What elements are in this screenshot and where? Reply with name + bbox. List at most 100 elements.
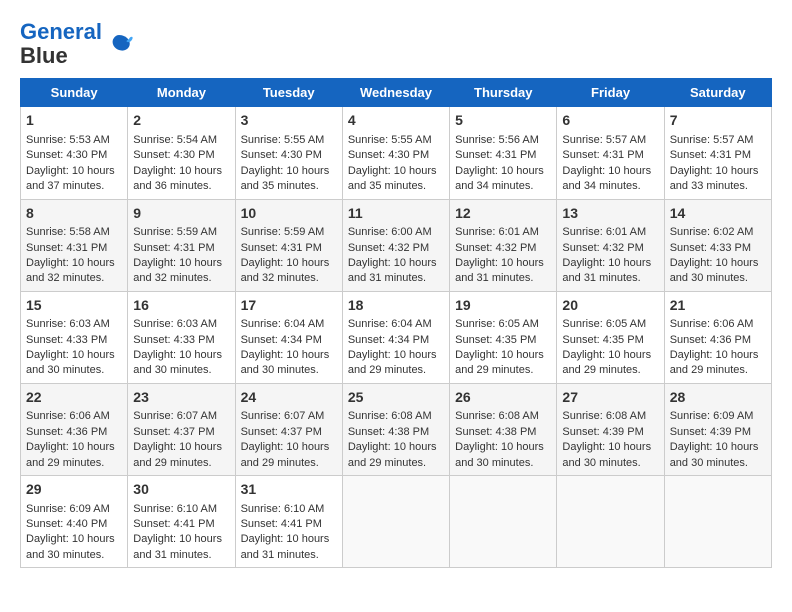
calendar-cell: 17Sunrise: 6:04 AMSunset: 4:34 PMDayligh… bbox=[235, 291, 342, 383]
sunset-text: Sunset: 4:35 PM bbox=[455, 334, 536, 346]
calendar-cell: 13Sunrise: 6:01 AMSunset: 4:32 PMDayligh… bbox=[557, 199, 664, 291]
sunset-text: Sunset: 4:39 PM bbox=[670, 426, 751, 438]
day-number: 25 bbox=[348, 388, 444, 408]
day-number: 13 bbox=[562, 204, 658, 224]
daylight-text: Daylight: 10 hours and 37 minutes. bbox=[26, 165, 115, 192]
day-number: 19 bbox=[455, 296, 551, 316]
calendar-cell bbox=[557, 476, 664, 568]
sunrise-text: Sunrise: 6:10 AM bbox=[133, 503, 217, 515]
day-number: 4 bbox=[348, 111, 444, 131]
sunrise-text: Sunrise: 6:01 AM bbox=[455, 226, 539, 238]
sunrise-text: Sunrise: 5:54 AM bbox=[133, 134, 217, 146]
daylight-text: Daylight: 10 hours and 36 minutes. bbox=[133, 165, 222, 192]
daylight-text: Daylight: 10 hours and 29 minutes. bbox=[670, 349, 759, 376]
calendar-cell: 2 Sunrise: 5:54 AM Sunset: 4:30 PM Daylight… bbox=[128, 107, 235, 199]
column-header-thursday: Thursday bbox=[450, 79, 557, 107]
calendar-cell: 15Sunrise: 6:03 AMSunset: 4:33 PMDayligh… bbox=[21, 291, 128, 383]
sunrise-text: Sunrise: 6:10 AM bbox=[241, 503, 325, 515]
sunset-text: Sunset: 4:30 PM bbox=[241, 149, 322, 161]
calendar-cell: 12Sunrise: 6:01 AMSunset: 4:32 PMDayligh… bbox=[450, 199, 557, 291]
sunrise-text: Sunrise: 6:02 AM bbox=[670, 226, 754, 238]
calendar-cell: 23Sunrise: 6:07 AMSunset: 4:37 PMDayligh… bbox=[128, 383, 235, 475]
day-number: 2 bbox=[133, 111, 229, 131]
calendar-cell: 30Sunrise: 6:10 AMSunset: 4:41 PMDayligh… bbox=[128, 476, 235, 568]
daylight-text: Daylight: 10 hours and 30 minutes. bbox=[562, 441, 651, 468]
sunrise-text: Sunrise: 6:05 AM bbox=[455, 318, 539, 330]
calendar-cell: 27Sunrise: 6:08 AMSunset: 4:39 PMDayligh… bbox=[557, 383, 664, 475]
sunrise-text: Sunrise: 6:09 AM bbox=[26, 503, 110, 515]
sunset-text: Sunset: 4:31 PM bbox=[241, 242, 322, 254]
sunrise-text: Sunrise: 5:59 AM bbox=[241, 226, 325, 238]
calendar-cell: 8Sunrise: 5:58 AMSunset: 4:31 PMDaylight… bbox=[21, 199, 128, 291]
day-number: 21 bbox=[670, 296, 766, 316]
sunrise-text: Sunrise: 6:03 AM bbox=[26, 318, 110, 330]
daylight-text: Daylight: 10 hours and 30 minutes. bbox=[670, 441, 759, 468]
daylight-text: Daylight: 10 hours and 29 minutes. bbox=[348, 349, 437, 376]
sunrise-text: Sunrise: 6:06 AM bbox=[670, 318, 754, 330]
sunrise-text: Sunrise: 6:01 AM bbox=[562, 226, 646, 238]
sunset-text: Sunset: 4:30 PM bbox=[133, 149, 214, 161]
daylight-text: Daylight: 10 hours and 30 minutes. bbox=[26, 533, 115, 560]
sunset-text: Sunset: 4:33 PM bbox=[26, 334, 107, 346]
daylight-text: Daylight: 10 hours and 30 minutes. bbox=[455, 441, 544, 468]
day-number: 31 bbox=[241, 480, 337, 500]
sunrise-text: Sunrise: 6:08 AM bbox=[455, 410, 539, 422]
sunset-text: Sunset: 4:33 PM bbox=[670, 242, 751, 254]
day-number: 28 bbox=[670, 388, 766, 408]
calendar-cell: 24Sunrise: 6:07 AMSunset: 4:37 PMDayligh… bbox=[235, 383, 342, 475]
daylight-text: Daylight: 10 hours and 34 minutes. bbox=[562, 165, 651, 192]
column-header-saturday: Saturday bbox=[664, 79, 771, 107]
day-number: 24 bbox=[241, 388, 337, 408]
sunrise-text: Sunrise: 6:00 AM bbox=[348, 226, 432, 238]
sunrise-text: Sunrise: 6:09 AM bbox=[670, 410, 754, 422]
sunset-text: Sunset: 4:35 PM bbox=[562, 334, 643, 346]
calendar-week-row: 8Sunrise: 5:58 AMSunset: 4:31 PMDaylight… bbox=[21, 199, 772, 291]
sunset-text: Sunset: 4:36 PM bbox=[26, 426, 107, 438]
column-header-monday: Monday bbox=[128, 79, 235, 107]
calendar-week-row: 15 Sunrise: 6:03 AM Sunset: 4:33 PM Dayligh… bbox=[21, 291, 772, 383]
sunset-text: Sunset: 4:36 PM bbox=[670, 334, 751, 346]
logo: GeneralBlue bbox=[20, 20, 134, 68]
sunrise-text: Sunrise: 6:08 AM bbox=[562, 410, 646, 422]
calendar-week-row: 29Sunrise: 6:09 AMSunset: 4:40 PMDayligh… bbox=[21, 476, 772, 568]
day-number: 12 bbox=[455, 204, 551, 224]
calendar-cell: 26Sunrise: 6:08 AMSunset: 4:38 PMDayligh… bbox=[450, 383, 557, 475]
calendar-cell: 3Sunrise: 5:55 AMSunset: 4:30 PMDaylight… bbox=[235, 107, 342, 199]
calendar-week-row: 1Sunrise: 5:53 AMSunset: 4:30 PMDaylight… bbox=[21, 107, 772, 199]
calendar-table: SundayMondayTuesdayWednesdayThursdayFrid… bbox=[20, 78, 772, 568]
sunrise-text: Sunrise: 5:57 AM bbox=[670, 134, 754, 146]
sunset-text: Sunset: 4:34 PM bbox=[348, 334, 429, 346]
sunset-text: Sunset: 4:38 PM bbox=[348, 426, 429, 438]
logo-text: GeneralBlue bbox=[20, 20, 102, 68]
sunset-text: Sunset: 4:33 PM bbox=[133, 334, 214, 346]
sunset-text: Sunset: 4:30 PM bbox=[348, 149, 429, 161]
daylight-text: Daylight: 10 hours and 32 minutes. bbox=[241, 257, 330, 284]
day-number: 7 bbox=[670, 111, 766, 131]
day-number: 10 bbox=[241, 204, 337, 224]
calendar-header-row: SundayMondayTuesdayWednesdayThursdayFrid… bbox=[21, 79, 772, 107]
sunset-text: Sunset: 4:31 PM bbox=[455, 149, 536, 161]
sunrise-text: Sunrise: 5:56 AM bbox=[455, 134, 539, 146]
calendar-cell: 18 Sunrise: 6:04 AM Sunset: 4:34 PM Dayligh… bbox=[342, 291, 449, 383]
sunrise-text: Sunrise: 6:04 AM bbox=[241, 318, 325, 330]
sunset-text: Sunset: 4:31 PM bbox=[562, 149, 643, 161]
day-number: 16 bbox=[133, 296, 229, 316]
day-number: 18 bbox=[348, 296, 444, 316]
calendar-cell: 5Sunrise: 5:56 AMSunset: 4:31 PMDaylight… bbox=[450, 107, 557, 199]
sunrise-text: Sunrise: 6:04 AM bbox=[348, 318, 432, 330]
calendar-cell: 6Sunrise: 5:57 AMSunset: 4:31 PMDaylight… bbox=[557, 107, 664, 199]
sunset-text: Sunset: 4:32 PM bbox=[562, 242, 643, 254]
calendar-cell: 11Sunrise: 6:00 AMSunset: 4:32 PMDayligh… bbox=[342, 199, 449, 291]
calendar-cell: 25Sunrise: 6:08 AMSunset: 4:38 PMDayligh… bbox=[342, 383, 449, 475]
sunrise-text: Sunrise: 5:55 AM bbox=[241, 134, 325, 146]
sunset-text: Sunset: 4:37 PM bbox=[241, 426, 322, 438]
day-number: 3 bbox=[241, 111, 337, 131]
calendar-cell: 28 Sunrise: 6:09 AM Sunset: 4:39 PM Dayligh… bbox=[664, 383, 771, 475]
sunrise-text: Sunrise: 6:05 AM bbox=[562, 318, 646, 330]
day-number: 11 bbox=[348, 204, 444, 224]
calendar-cell: 7Sunrise: 5:57 AMSunset: 4:31 PMDaylight… bbox=[664, 107, 771, 199]
sunset-text: Sunset: 4:41 PM bbox=[133, 518, 214, 530]
sunset-text: Sunset: 4:32 PM bbox=[455, 242, 536, 254]
day-number: 22 bbox=[26, 388, 122, 408]
day-number: 15 bbox=[26, 296, 122, 316]
